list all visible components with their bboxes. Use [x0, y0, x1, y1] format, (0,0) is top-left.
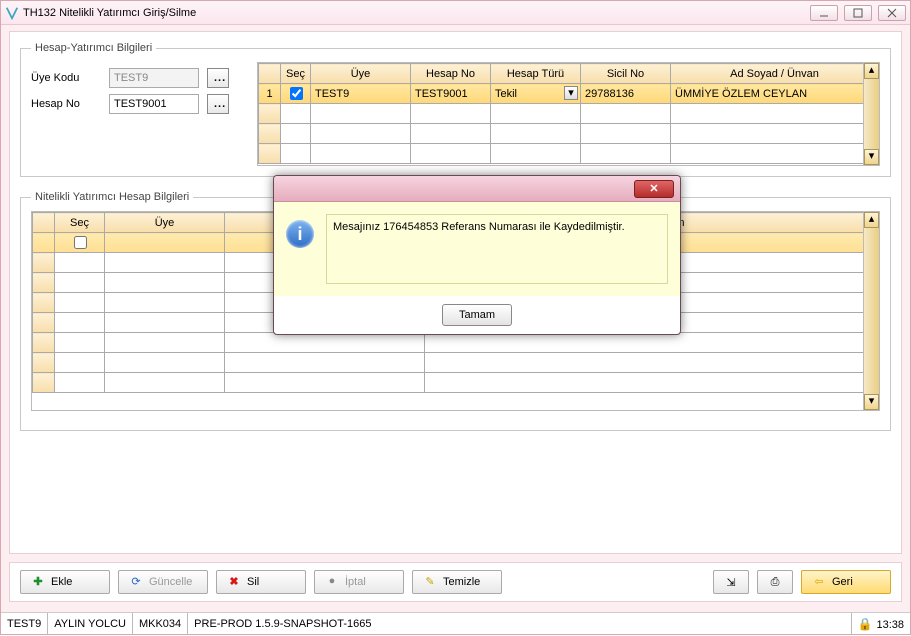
- dialog-close-button[interactable]: ✕: [634, 180, 674, 198]
- dialog-message: Mesajınız 176454853 Referans Numarası il…: [326, 214, 668, 284]
- info-dialog: ✕ i Mesajınız 176454853 Referans Numaras…: [273, 175, 681, 335]
- dialog-titlebar: ✕: [274, 176, 680, 202]
- ok-button[interactable]: Tamam: [442, 304, 512, 326]
- modal-backdrop: ✕ i Mesajınız 176454853 Referans Numaras…: [1, 1, 910, 634]
- info-icon: i: [286, 220, 314, 248]
